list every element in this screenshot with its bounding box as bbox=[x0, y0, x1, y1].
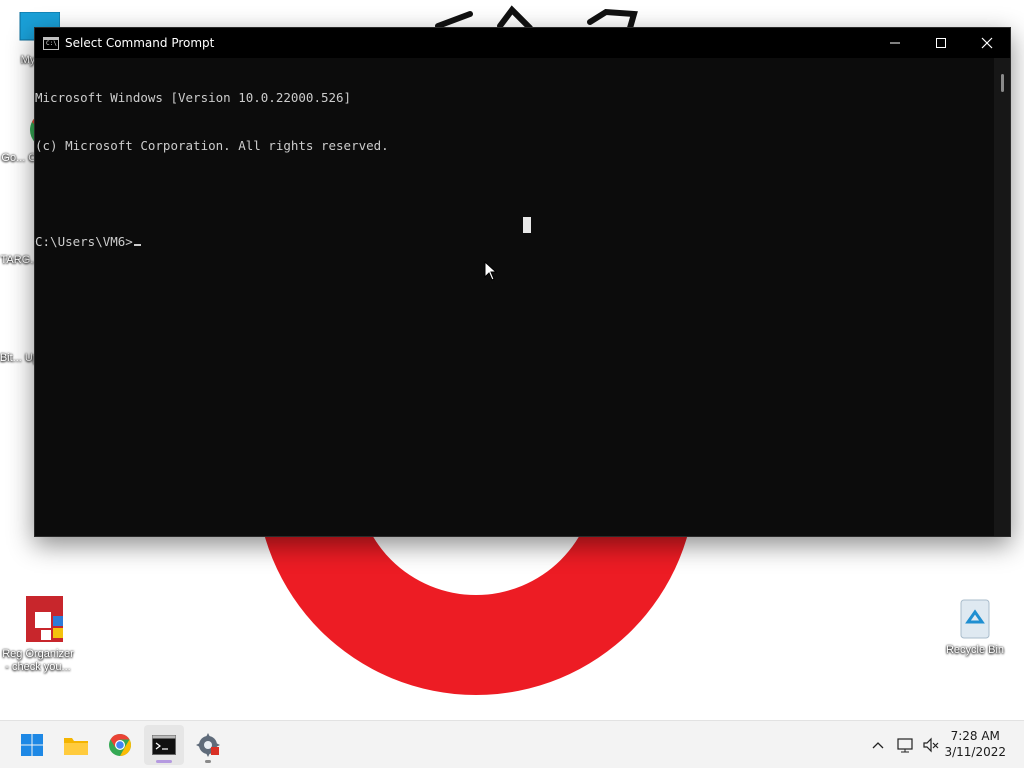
scrollbar-thumb[interactable] bbox=[1001, 74, 1004, 92]
console-line: (c) Microsoft Corporation. All rights re… bbox=[35, 138, 389, 153]
text-cursor bbox=[133, 244, 141, 246]
desktop-icon-label: Reg Organizer - check you... bbox=[2, 648, 74, 673]
network-icon bbox=[897, 738, 913, 753]
vertical-scrollbar[interactable] bbox=[994, 58, 1010, 536]
taskbar-clock[interactable]: 7:28 AM 3/11/2022 bbox=[944, 728, 1006, 760]
console-line: Microsoft Windows [Version 10.0.22000.52… bbox=[35, 90, 352, 105]
cmd-icon: C:\ bbox=[43, 36, 59, 50]
desktop-icon-recycle-bin[interactable]: Recycle Bin bbox=[937, 596, 1013, 657]
close-icon bbox=[981, 37, 993, 49]
window-titlebar[interactable]: C:\ Select Command Prompt bbox=[35, 28, 1010, 58]
volume-status-button[interactable] bbox=[921, 735, 941, 755]
show-hidden-icons-button[interactable] bbox=[868, 735, 888, 755]
minimize-button[interactable] bbox=[872, 28, 918, 58]
clock-time: 7:28 AM bbox=[950, 729, 1000, 743]
taskbar-chrome[interactable] bbox=[100, 725, 140, 765]
taskbar: 7:28 AM 3/11/2022 bbox=[0, 720, 1024, 768]
command-prompt-window[interactable]: C:\ Select Command Prompt Microsoft Wind… bbox=[34, 27, 1011, 537]
maximize-button[interactable] bbox=[918, 28, 964, 58]
desktop-icon-label: Recycle Bin bbox=[945, 644, 1005, 656]
recycle-bin-icon bbox=[960, 599, 990, 639]
clock-date: 3/11/2022 bbox=[944, 745, 1006, 759]
console-prompt: C:\Users\VM6> bbox=[35, 234, 133, 249]
folder-icon bbox=[64, 738, 88, 755]
window-title: Select Command Prompt bbox=[65, 36, 215, 50]
close-button[interactable] bbox=[964, 28, 1010, 58]
minimize-icon bbox=[890, 42, 900, 44]
selection-cursor-block bbox=[523, 217, 531, 233]
chrome-icon bbox=[109, 734, 131, 756]
running-indicator bbox=[205, 760, 211, 763]
taskbar-file-explorer[interactable] bbox=[56, 725, 96, 765]
console-output[interactable]: Microsoft Windows [Version 10.0.22000.52… bbox=[35, 58, 994, 536]
maximize-icon bbox=[936, 38, 946, 48]
gear-icon bbox=[196, 733, 220, 757]
network-status-button[interactable] bbox=[896, 735, 916, 755]
taskbar-command-prompt[interactable] bbox=[144, 725, 184, 765]
speaker-muted-icon bbox=[923, 737, 939, 753]
chevron-up-icon bbox=[872, 742, 884, 749]
desktop-icon-reg-organizer[interactable]: Reg Organizer - check you... bbox=[0, 596, 76, 674]
mouse-pointer-icon bbox=[484, 261, 498, 281]
reg-organizer-icon bbox=[26, 596, 63, 642]
running-indicator bbox=[156, 760, 172, 763]
start-button[interactable] bbox=[12, 725, 52, 765]
console-prompt-line[interactable]: C:\Users\VM6> bbox=[35, 234, 994, 250]
windows-logo-icon bbox=[21, 734, 43, 756]
cmd-icon bbox=[152, 735, 176, 755]
taskbar-settings-utility[interactable] bbox=[188, 725, 228, 765]
